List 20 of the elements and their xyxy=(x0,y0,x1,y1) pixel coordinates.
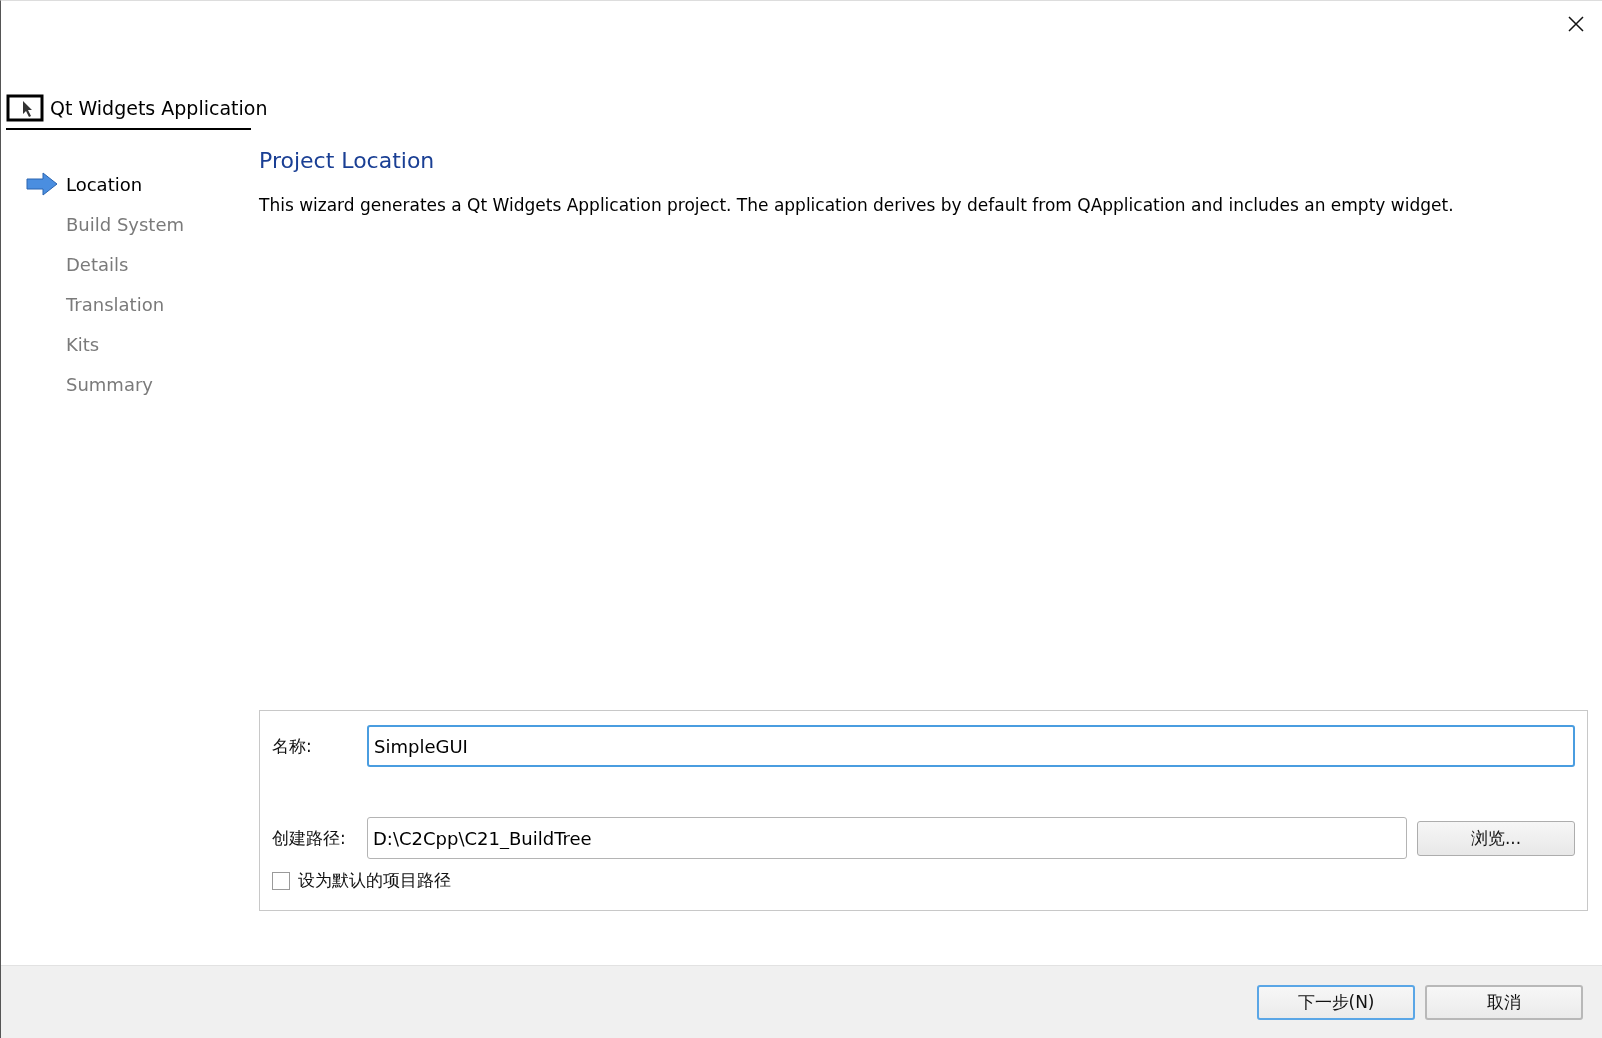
page-heading: Project Location xyxy=(259,148,436,173)
path-field[interactable]: D:\C2Cpp\C21_BuildTree xyxy=(367,817,1407,859)
name-field[interactable]: SimpleGUI xyxy=(367,725,1575,767)
wizard-step: Location xyxy=(66,173,143,195)
close-icon[interactable] xyxy=(1566,14,1586,34)
page-description: This wizard generates a Qt Widgets Application project. The application derives by default from QApplication and includes an empty widget. xyxy=(259,195,1455,215)
checkbox-label: 设为默认的项目路径 xyxy=(298,869,451,892)
cancel-button[interactable]: 取消 xyxy=(1425,984,1583,1020)
browse-button[interactable]: 浏览... xyxy=(1417,820,1575,856)
path-label: 创建路径: xyxy=(272,826,347,850)
wizard-step: Translation xyxy=(66,293,165,315)
checkbox[interactable] xyxy=(272,871,290,890)
wizard-step: Build System xyxy=(66,213,185,235)
wizard-title: Qt Widgets Application xyxy=(50,97,268,119)
wizard-step: Details xyxy=(66,253,129,275)
wizard-step: Kits xyxy=(66,333,100,355)
name-label: 名称: xyxy=(272,734,313,758)
next-button[interactable]: 下一步(N) xyxy=(1257,984,1415,1020)
window-cursor-icon xyxy=(6,94,46,122)
wizard-step: Summary xyxy=(66,373,153,395)
